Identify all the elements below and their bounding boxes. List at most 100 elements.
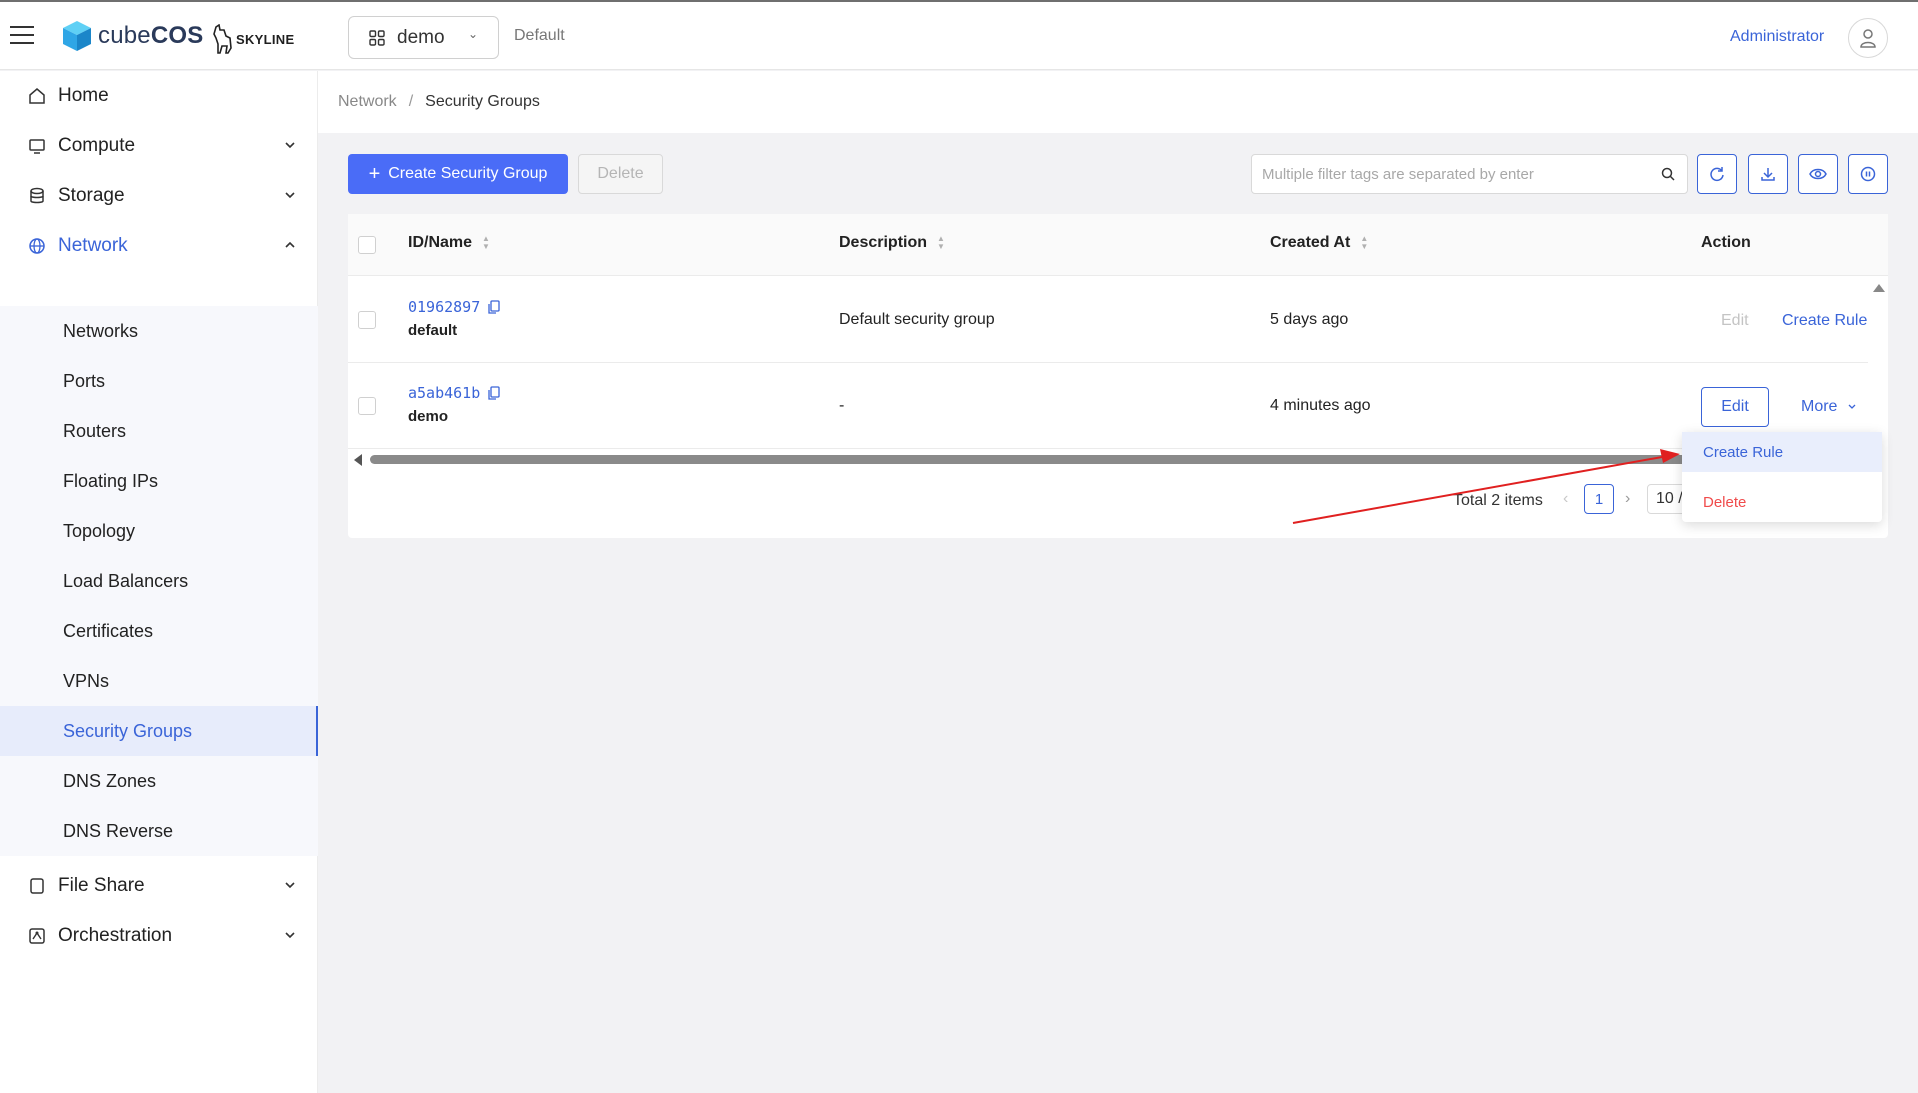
user-name-link[interactable]: Administrator	[1730, 28, 1824, 46]
sidebar-item-label: Network	[58, 235, 128, 256]
sort-icon: ▲ ▼	[1360, 234, 1369, 251]
apps-grid-icon	[369, 29, 385, 46]
breadcrumb-separator: /	[408, 93, 414, 110]
created-at-cell: 4 minutes ago	[1270, 397, 1371, 414]
more-actions-dropdown[interactable]: More	[1801, 398, 1857, 416]
column-visibility-button[interactable]	[1798, 154, 1838, 194]
skyline-wordmark: SKYLINE	[236, 31, 295, 47]
table-header: ID/Name ▲ ▼ Description ▲ ▼ Created At ▲ ▼ …	[348, 214, 1888, 276]
project-name: demo	[397, 26, 445, 48]
sidebar-item-load-balancers[interactable]: Load Balancers	[0, 556, 318, 606]
sidebar-item-label: Home	[58, 85, 109, 106]
copy-icon[interactable]	[488, 386, 500, 400]
resource-id-link[interactable]: 01962897	[408, 298, 500, 316]
llama-icon	[213, 24, 232, 54]
database-icon	[30, 187, 44, 204]
resource-id: a5ab461b	[408, 384, 481, 402]
column-label: ID/Name	[408, 234, 473, 251]
page-number-current[interactable]: 1	[1584, 484, 1614, 514]
avatar[interactable]	[1848, 18, 1888, 58]
resource-name: demo	[408, 408, 449, 425]
sidebar-item-compute[interactable]: Compute	[0, 121, 318, 171]
create-security-group-button[interactable]: + Create Security Group	[348, 154, 568, 194]
sidebar-item-label: Compute	[58, 135, 136, 156]
more-label: More	[1801, 398, 1838, 415]
sidebar-item-home[interactable]: Home	[0, 71, 318, 121]
more-actions-menu: Create Rule Delete	[1682, 432, 1882, 522]
sidebar-item-vpns[interactable]: VPNs	[0, 656, 318, 706]
pause-refresh-button[interactable]	[1848, 154, 1888, 194]
sidebar-item-storage[interactable]: Storage	[0, 171, 318, 221]
pagination: Total 2 items ‹ 1 › 10 /	[348, 482, 1888, 522]
description-cell: -	[839, 397, 845, 414]
sidebar-item-routers[interactable]: Routers	[0, 406, 318, 456]
chevron-down-icon	[285, 192, 295, 199]
chevron-up-icon	[285, 241, 295, 248]
search-field[interactable]	[1251, 154, 1688, 194]
sidebar-item-label: Orchestration	[58, 925, 173, 946]
menu-item-create-rule[interactable]: Create Rule	[1682, 432, 1882, 472]
table-row: 01962897 default Default security group …	[348, 277, 1868, 363]
menu-item-delete[interactable]: Delete	[1682, 482, 1882, 522]
create-button-label: Create Security Group	[388, 165, 548, 182]
scroll-left-arrow[interactable]	[354, 454, 362, 466]
breadcrumb: Network / Security Groups	[318, 71, 1918, 133]
sidebar-item-ports[interactable]: Ports	[0, 356, 318, 406]
project-selector[interactable]: demo ⌄	[348, 16, 499, 59]
prev-page-icon[interactable]: ‹	[1563, 490, 1568, 508]
table-row: a5ab461b demo - 4 minutes ago Edit More	[348, 363, 1868, 449]
home-icon	[29, 88, 45, 104]
sidebar-item-floating-ips[interactable]: Floating IPs	[0, 456, 318, 506]
refresh-icon	[1710, 167, 1724, 182]
id-name-cell: a5ab461b demo	[408, 384, 500, 425]
sidebar-item-networks[interactable]: Networks	[0, 306, 318, 356]
scroll-up-arrow[interactable]	[1873, 284, 1885, 292]
edit-button[interactable]: Edit	[1701, 387, 1769, 427]
refresh-button[interactable]	[1697, 154, 1737, 194]
scrollbar-thumb[interactable]	[370, 455, 1740, 464]
copy-icon[interactable]	[488, 300, 500, 314]
column-header-created-at[interactable]: Created At ▲ ▼	[1270, 234, 1368, 252]
sidebar-item-file-share[interactable]: File Share	[0, 861, 318, 911]
breadcrumb-network-link[interactable]: Network	[338, 93, 397, 111]
select-all-checkbox[interactable]	[358, 236, 376, 254]
sidebar-item-dns-zones[interactable]: DNS Zones	[0, 756, 318, 806]
sort-icon: ▲ ▼	[937, 234, 945, 251]
sidebar-item-topology[interactable]: Topology	[0, 506, 318, 556]
resource-id-link[interactable]: a5ab461b	[408, 384, 500, 402]
cubecos-logo[interactable]: cubeCOS	[62, 20, 203, 52]
sidebar-item-label: Storage	[58, 185, 125, 206]
download-button[interactable]	[1748, 154, 1788, 194]
security-groups-table: ID/Name ▲ ▼ Description ▲ ▼ Created At ▲ ▼ …	[348, 214, 1888, 538]
sort-icon: ▲ ▼	[482, 234, 490, 251]
search-icon[interactable]	[1661, 167, 1675, 181]
column-label: Action	[1701, 234, 1751, 251]
row-checkbox[interactable]	[358, 311, 376, 329]
horizontal-scrollbar[interactable]	[348, 450, 1888, 468]
total-items-label: Total 2 items	[1453, 492, 1543, 509]
create-rule-action[interactable]: Create Rule	[1782, 312, 1867, 330]
sidebar-item-orchestration[interactable]: Orchestration	[0, 911, 318, 961]
next-page-icon[interactable]: ›	[1625, 490, 1630, 508]
search-input[interactable]	[1252, 155, 1642, 193]
column-label: Description	[839, 234, 928, 251]
globe-icon	[29, 238, 45, 254]
menu-toggle-icon[interactable]	[10, 26, 34, 46]
cube-logo-icon	[63, 21, 91, 51]
eye-icon	[1809, 168, 1827, 180]
sidebar-item-certificates[interactable]: Certificates	[0, 606, 318, 656]
delete-button[interactable]: Delete	[578, 154, 663, 194]
chevron-down-icon	[1848, 404, 1856, 409]
row-checkbox[interactable]	[358, 397, 376, 415]
resource-id: 01962897	[408, 298, 481, 316]
chevron-down-icon	[285, 932, 295, 939]
sidebar-item-dns-reverse[interactable]: DNS Reverse	[0, 806, 318, 856]
column-header-id-name[interactable]: ID/Name ▲ ▼	[408, 234, 490, 252]
plus-icon: +	[368, 163, 381, 185]
domain-label: Default	[514, 27, 565, 44]
skyline-logo: SKYLINE	[210, 24, 294, 54]
monitor-icon	[29, 139, 45, 154]
sidebar-item-network[interactable]: Network	[0, 221, 318, 271]
sidebar-item-security-groups[interactable]: Security Groups	[0, 706, 318, 756]
column-header-description[interactable]: Description ▲ ▼	[839, 234, 945, 252]
